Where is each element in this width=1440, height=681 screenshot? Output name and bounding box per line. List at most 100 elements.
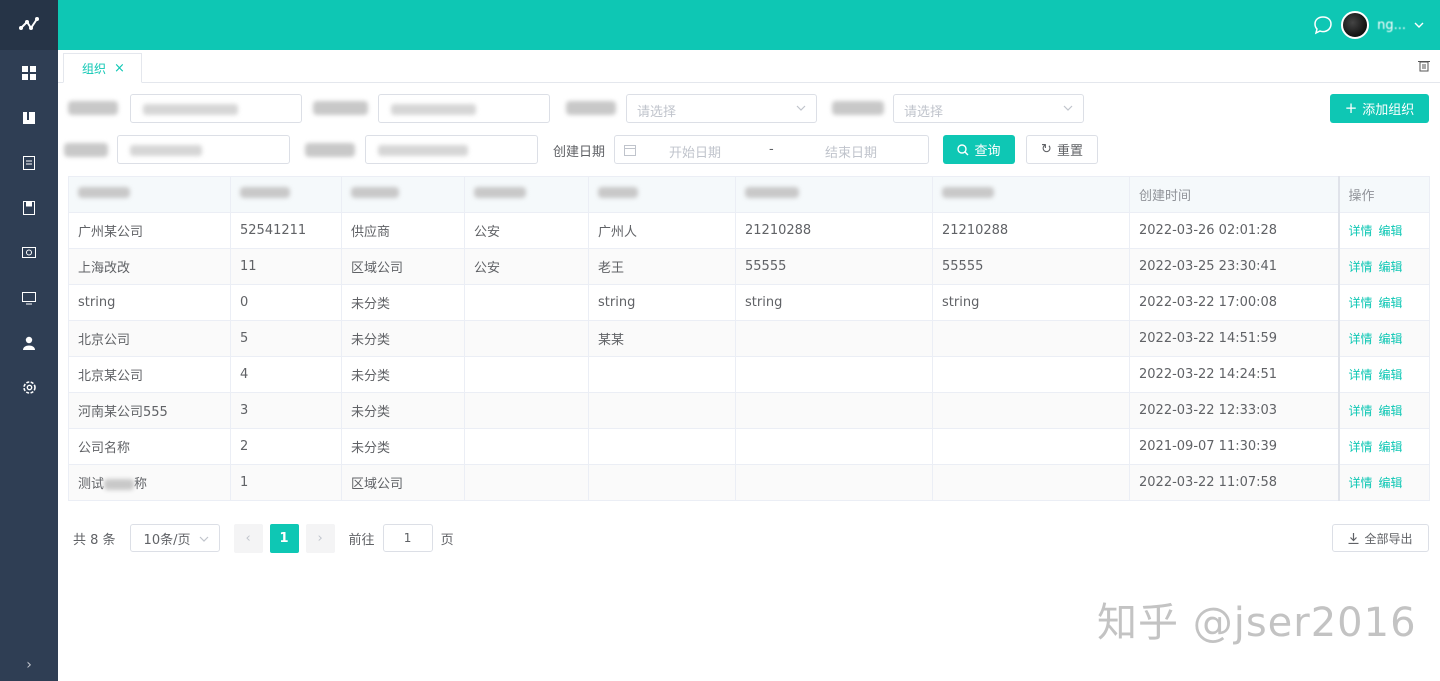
export-all-button[interactable]: 全部导出 bbox=[1332, 524, 1429, 552]
table-row: 测试称 1 区域公司 2022-03-22 11:07:58 详情 编辑 bbox=[68, 464, 1430, 501]
edit-link[interactable]: 编辑 bbox=[1379, 224, 1403, 238]
detail-link[interactable]: 详情 bbox=[1349, 224, 1373, 238]
filter-label-3 bbox=[566, 101, 616, 115]
close-icon[interactable]: × bbox=[114, 61, 125, 76]
col-header[interactable] bbox=[230, 176, 342, 213]
detail-link[interactable]: 详情 bbox=[1349, 296, 1373, 310]
edit-link[interactable]: 编辑 bbox=[1379, 476, 1403, 490]
edit-link[interactable]: 编辑 bbox=[1379, 332, 1403, 346]
col-header-actions: 操作 bbox=[1337, 176, 1430, 213]
table-cell: 2022-03-26 02:01:28 bbox=[1129, 212, 1339, 249]
filter-input-4[interactable] bbox=[365, 135, 538, 164]
detail-link[interactable]: 详情 bbox=[1349, 368, 1373, 382]
table-cell bbox=[464, 428, 589, 465]
table-cell: 测试称 bbox=[68, 464, 231, 501]
table-cell bbox=[588, 464, 736, 501]
edit-link[interactable]: 编辑 bbox=[1379, 296, 1403, 310]
date-start[interactable]: 开始日期 bbox=[669, 142, 721, 161]
tab-organization[interactable]: 组织 × bbox=[63, 53, 142, 83]
row-actions: 详情 编辑 bbox=[1337, 464, 1430, 501]
table-cell: string bbox=[932, 284, 1130, 321]
username[interactable]: ng... bbox=[1377, 18, 1406, 33]
chevron-down-icon bbox=[199, 536, 208, 542]
table-cell bbox=[464, 464, 589, 501]
filter-label-5 bbox=[64, 143, 108, 157]
table-cell bbox=[588, 392, 736, 429]
date-range-picker[interactable]: 开始日期 - 结束日期 bbox=[614, 135, 929, 164]
avatar[interactable] bbox=[1341, 11, 1370, 39]
table-cell: 河南某公司555 bbox=[68, 392, 231, 429]
user-icon[interactable] bbox=[0, 320, 58, 365]
filter-select-2[interactable]: 请选择 bbox=[893, 94, 1084, 123]
tabs-bar: 组织 × bbox=[58, 50, 1440, 83]
table-cell: 21210288 bbox=[932, 212, 1130, 249]
table-cell: 52541211 bbox=[230, 212, 342, 249]
filter-input-1[interactable] bbox=[130, 94, 302, 123]
date-separator: - bbox=[769, 142, 774, 157]
table-cell bbox=[735, 356, 933, 393]
filter-select-1[interactable]: 请选择 bbox=[626, 94, 817, 123]
page-number-button[interactable]: 1 bbox=[269, 523, 299, 553]
next-page-button[interactable]: › bbox=[305, 523, 335, 553]
trash-icon[interactable] bbox=[1418, 59, 1430, 72]
table-cell: 未分类 bbox=[341, 284, 465, 321]
edit-link[interactable]: 编辑 bbox=[1379, 260, 1403, 274]
table-cell: 某某 bbox=[588, 320, 736, 357]
app-logo[interactable] bbox=[0, 0, 58, 50]
table-row: 广州某公司 52541211 供应商 公安 广州人 21210288 21210288 202… bbox=[68, 212, 1430, 249]
notebook-icon[interactable] bbox=[0, 185, 58, 230]
detail-link[interactable]: 详情 bbox=[1349, 476, 1373, 490]
dashboard-icon[interactable] bbox=[0, 50, 58, 95]
table-cell: 公司名称 bbox=[68, 428, 231, 465]
chevron-down-icon bbox=[796, 105, 806, 111]
filter-input-3[interactable] bbox=[117, 135, 290, 164]
col-header[interactable] bbox=[68, 176, 231, 213]
message-icon[interactable] bbox=[1313, 15, 1333, 35]
desktop-icon[interactable] bbox=[0, 275, 58, 320]
plus-icon: + bbox=[1344, 99, 1358, 117]
filter-label-4 bbox=[832, 101, 884, 115]
table-cell: 公安 bbox=[464, 248, 589, 285]
table-cell bbox=[464, 284, 589, 321]
query-button[interactable]: 查询 bbox=[943, 135, 1015, 164]
detail-link[interactable]: 详情 bbox=[1349, 404, 1373, 418]
settings-icon[interactable] bbox=[0, 365, 58, 410]
add-organization-button[interactable]: + 添加组织 bbox=[1330, 94, 1429, 123]
edit-link[interactable]: 编辑 bbox=[1379, 404, 1403, 418]
monitor-stats-icon[interactable] bbox=[0, 230, 58, 275]
table-row: 上海改改 11 区域公司 公安 老王 55555 55555 2022-03-25 23:30… bbox=[68, 248, 1430, 285]
chevron-down-icon[interactable] bbox=[1414, 20, 1424, 30]
date-end[interactable]: 结束日期 bbox=[825, 142, 877, 161]
sidebar: › bbox=[0, 0, 58, 681]
col-header-created-time[interactable]: 创建时间 bbox=[1129, 176, 1339, 213]
download-icon bbox=[1348, 532, 1359, 544]
detail-link[interactable]: 详情 bbox=[1349, 260, 1373, 274]
goto-page-input[interactable]: 1 bbox=[382, 524, 433, 552]
edit-link[interactable]: 编辑 bbox=[1379, 440, 1403, 454]
table-cell: 21210288 bbox=[735, 212, 933, 249]
add-button-label: 添加组织 bbox=[1362, 103, 1415, 118]
book-icon[interactable] bbox=[0, 95, 58, 140]
table-cell: 2022-03-22 14:24:51 bbox=[1129, 356, 1339, 393]
filter-input-2[interactable] bbox=[378, 94, 550, 123]
col-header[interactable] bbox=[735, 176, 933, 213]
document-icon[interactable] bbox=[0, 140, 58, 185]
edit-link[interactable]: 编辑 bbox=[1379, 368, 1403, 382]
page-size-select[interactable]: 10条/页 bbox=[129, 524, 220, 552]
expand-sidebar-icon[interactable]: › bbox=[0, 657, 58, 673]
col-header[interactable] bbox=[932, 176, 1130, 213]
table-cell: 1 bbox=[230, 464, 342, 501]
table-cell: 未分类 bbox=[341, 320, 465, 357]
col-header[interactable] bbox=[464, 176, 589, 213]
prev-page-button[interactable]: ‹ bbox=[233, 523, 263, 553]
detail-link[interactable]: 详情 bbox=[1349, 332, 1373, 346]
table-cell: 2 bbox=[230, 428, 342, 465]
col-header[interactable] bbox=[341, 176, 465, 213]
table-cell: 上海改改 bbox=[68, 248, 231, 285]
table-cell: 0 bbox=[230, 284, 342, 321]
table-cell: 供应商 bbox=[341, 212, 465, 249]
table-row: string 0 未分类 string string string 2022-03-22 1… bbox=[68, 284, 1430, 321]
detail-link[interactable]: 详情 bbox=[1349, 440, 1373, 454]
col-header[interactable] bbox=[588, 176, 736, 213]
reset-button[interactable]: ↻ 重置 bbox=[1026, 135, 1098, 164]
